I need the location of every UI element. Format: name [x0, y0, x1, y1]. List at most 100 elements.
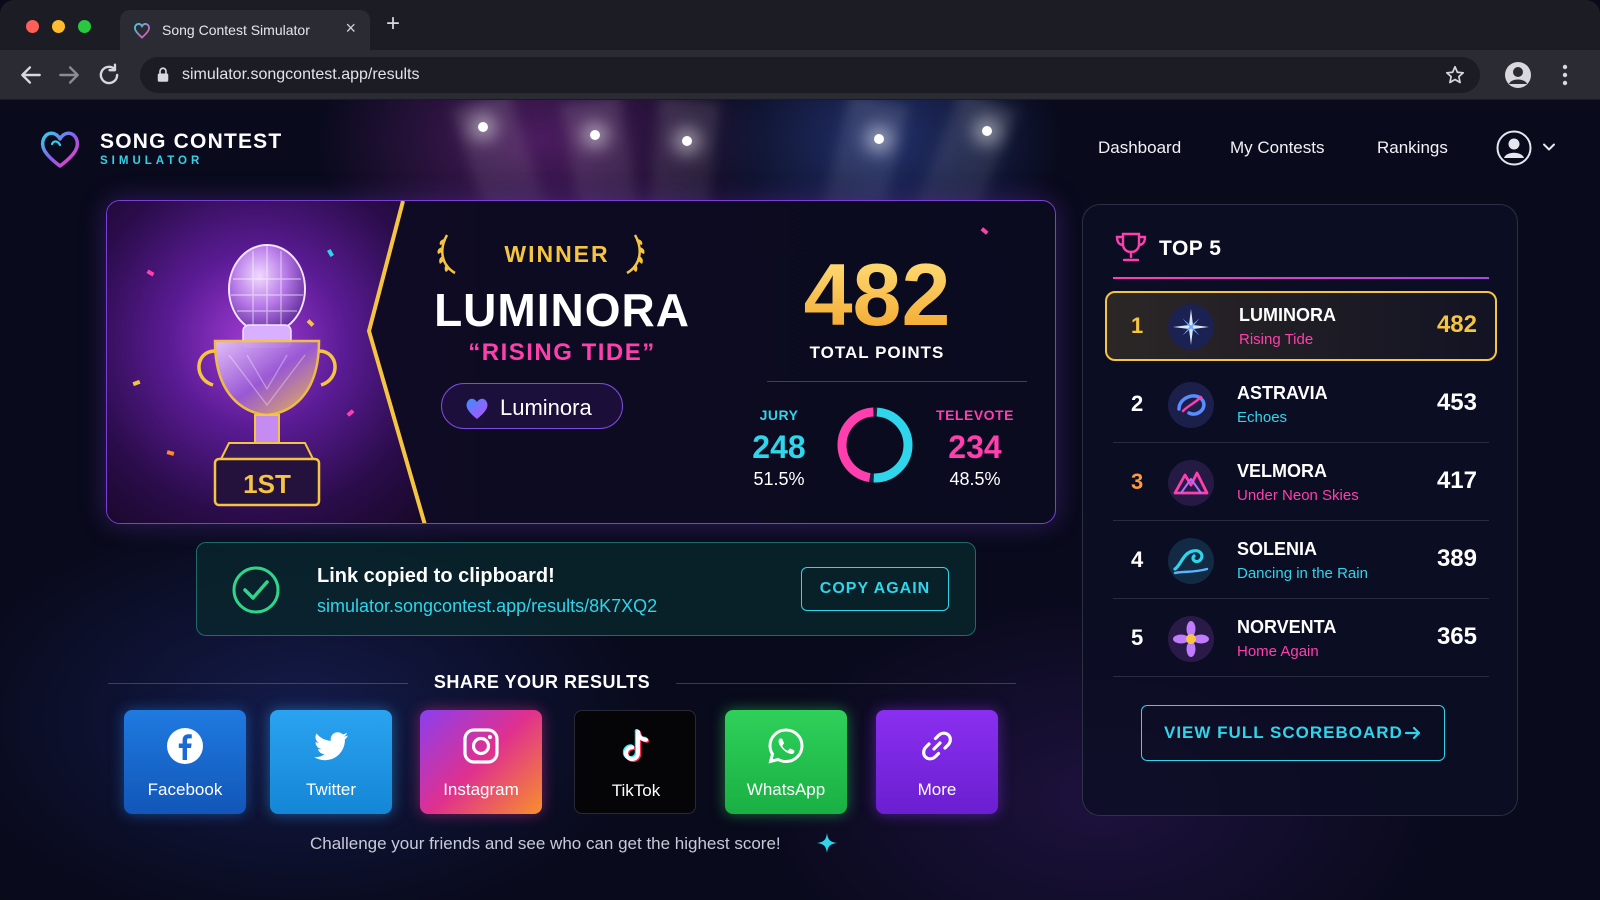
rank-song: Rising Tide: [1239, 331, 1314, 348]
stage-spotlight: [590, 130, 600, 140]
share-twitter-button[interactable]: Twitter: [270, 710, 392, 814]
share-tiktok-button[interactable]: TikTok: [574, 710, 696, 814]
laurel-right-icon: [626, 234, 645, 275]
nav-my-contests[interactable]: My Contests: [1230, 138, 1324, 158]
results-share-link[interactable]: simulator.songcontest.app/results/8K7XQ2: [317, 596, 657, 617]
tiktok-icon: [622, 729, 650, 763]
check-circle-icon: [232, 566, 280, 614]
maximize-window-button[interactable]: [78, 20, 91, 33]
back-icon[interactable]: [18, 62, 44, 88]
star-burst-badge-icon: [1168, 304, 1214, 350]
view-full-scoreboard-button[interactable]: VIEW FULL SCOREBOARD: [1141, 705, 1445, 761]
share-instagram-label: Instagram: [443, 780, 519, 799]
ranking-row[interactable]: 2 ASTRAVIA Echoes 453: [1113, 367, 1489, 443]
rank-song: Echoes: [1237, 409, 1288, 426]
forward-icon[interactable]: [56, 62, 82, 88]
stage-spotlight: [478, 122, 488, 132]
artist-pill-label: Luminora: [500, 395, 592, 420]
top5-title: TOP 5: [1159, 237, 1222, 260]
brand-subtitle: SIMULATOR: [100, 155, 204, 167]
total-points-label: TOTAL POINTS: [809, 343, 945, 362]
results-page: SONG CONTEST SIMULATOR Dashboard My Cont…: [0, 100, 1600, 900]
televote-percent: 48.5%: [949, 469, 1001, 489]
rank-score: 482: [1436, 311, 1477, 338]
divider: [1113, 598, 1489, 599]
winner-song-title: “RISING TIDE”: [468, 339, 656, 366]
chevron-down-icon[interactable]: [1542, 140, 1556, 154]
flower-badge-icon: [1168, 616, 1214, 662]
ranking-row[interactable]: 4 SOLENIA Dancing in the Rain 389: [1113, 523, 1489, 599]
close-window-button[interactable]: [26, 20, 39, 33]
tab-song-contest-simulator[interactable]: Song Contest Simulator ×: [120, 10, 370, 50]
stage-spotlight: [874, 134, 884, 144]
clipboard-confirmation: Link copied to clipboard! simulator.song…: [196, 542, 976, 636]
rank-number: 4: [1131, 547, 1144, 572]
view-full-scoreboard-label: VIEW FULL SCOREBOARD: [1164, 723, 1403, 742]
copy-again-button[interactable]: COPY AGAIN: [801, 567, 949, 611]
divider: [1113, 442, 1489, 443]
new-tab-icon[interactable]: +: [386, 12, 400, 36]
rank-number: 1: [1131, 313, 1144, 338]
divider: [676, 683, 1016, 684]
heart-icon: [466, 398, 488, 419]
brand-logo-link[interactable]: SONG CONTEST SIMULATOR: [36, 124, 296, 174]
minimize-window-button[interactable]: [52, 20, 65, 33]
share-instagram-button[interactable]: Instagram: [420, 710, 542, 814]
stage-spotlight: [682, 136, 692, 146]
trophy-icon: [1115, 232, 1147, 262]
microphone-trophy-icon: 1ST: [197, 244, 337, 507]
share-whatsapp-label: WhatsApp: [746, 780, 826, 799]
challenge-text: Challenge your friends and see who can g…: [310, 834, 781, 853]
browser-window: Song Contest Simulator × + simulator.son…: [0, 0, 1600, 900]
rank-song: Under Neon Skies: [1237, 487, 1359, 504]
swirl-badge-icon: [1168, 382, 1214, 428]
rank-number: 5: [1131, 625, 1144, 650]
televote-label: TELEVOTE: [936, 407, 1014, 423]
url-text[interactable]: simulator.songcontest.app/results: [182, 66, 419, 84]
rank-artist: ASTRAVIA: [1237, 383, 1328, 403]
star-icon[interactable]: [1444, 64, 1466, 86]
jury-points: 248: [752, 429, 806, 465]
mountain-badge-icon: [1168, 460, 1214, 506]
share-whatsapp-button[interactable]: WhatsApp: [725, 710, 847, 814]
menu-icon[interactable]: [1562, 63, 1568, 87]
share-facebook-button[interactable]: Facebook: [124, 710, 246, 814]
ranking-row[interactable]: 1 LUMINORA Rising Tide 482: [1105, 291, 1497, 361]
rank-score: 417: [1436, 467, 1477, 494]
ranking-row[interactable]: 3 VELMORA Under Neon Skies 417: [1113, 445, 1489, 521]
share-heading: SHARE YOUR RESULTS: [433, 672, 651, 692]
profile-icon[interactable]: [1504, 61, 1532, 89]
url-field[interactable]: simulator.songcontest.app/results: [140, 57, 1480, 93]
rank-artist: NORVENTA: [1237, 617, 1337, 637]
reload-icon[interactable]: [96, 62, 122, 88]
clipboard-message: Link copied to clipboard!: [317, 565, 555, 587]
artist-profile-pill[interactable]: Luminora: [441, 383, 623, 429]
total-points-value: 482: [747, 251, 1007, 339]
winner-card: 1ST WINNER LUMINORA “RISING TIDE” Lumino…: [106, 200, 1056, 524]
confetti-piece: [980, 227, 989, 235]
tab-title: Song Contest Simulator: [162, 22, 310, 38]
whatsapp-icon: [768, 728, 804, 764]
winner-label: WINNER: [504, 241, 610, 267]
rank-score: 453: [1436, 389, 1477, 416]
instagram-icon: [463, 728, 499, 764]
nav-dashboard[interactable]: Dashboard: [1098, 138, 1181, 158]
facebook-icon: [167, 728, 203, 764]
address-bar: simulator.songcontest.app/results: [0, 50, 1600, 100]
rank-number: 3: [1131, 469, 1144, 494]
tab-close-icon[interactable]: ×: [345, 18, 356, 39]
heart-favicon-icon: [133, 23, 151, 39]
nav-rankings[interactable]: Rankings: [1377, 138, 1448, 158]
tab-strip: Song Contest Simulator × +: [0, 0, 1600, 50]
lock-icon[interactable]: [154, 66, 172, 84]
heart-logo-icon: [40, 131, 80, 168]
user-avatar-icon[interactable]: [1496, 130, 1532, 166]
share-more-button[interactable]: More: [876, 710, 998, 814]
share-twitter-label: Twitter: [305, 780, 357, 799]
brand-name: SONG CONTEST: [100, 130, 283, 153]
sparkle-icon: [817, 833, 837, 853]
ranking-row[interactable]: 5 NORVENTA Home Again 365: [1113, 601, 1489, 677]
divider: [1113, 277, 1489, 279]
link-icon: [922, 731, 952, 761]
divider: [1113, 676, 1489, 677]
